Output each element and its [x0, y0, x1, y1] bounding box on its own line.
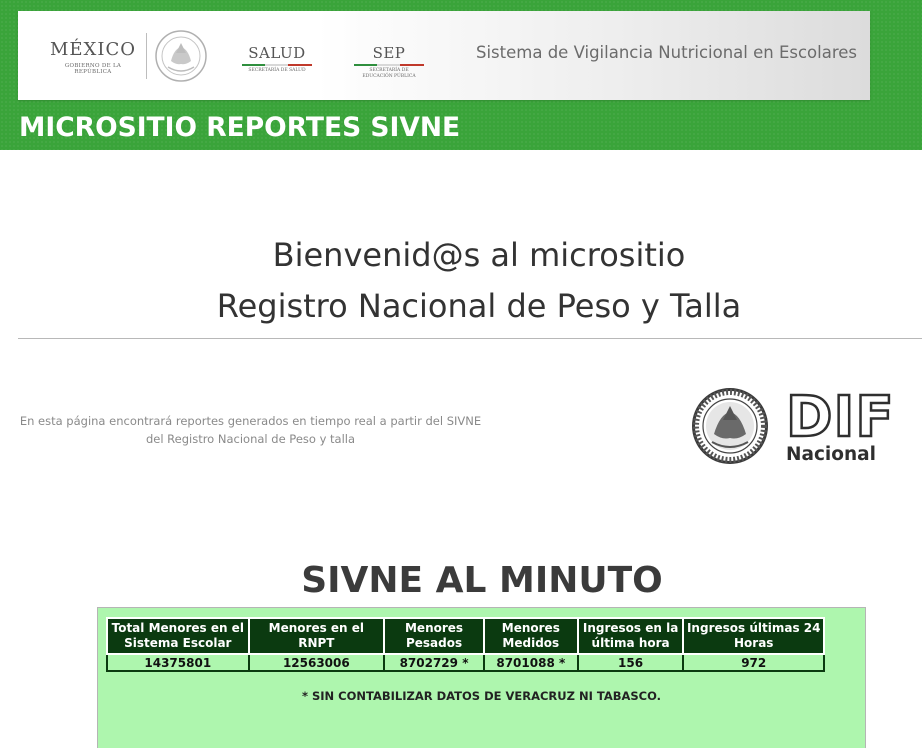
logo-mexico-title: MÉXICO — [49, 39, 137, 60]
logo-salud-title: SALUD — [248, 44, 306, 62]
column-header: Ingresos en la última hora — [576, 617, 685, 655]
table-cell: 12563006 — [247, 653, 386, 672]
logo-sep-title: SEP — [372, 44, 406, 62]
section-divider — [18, 338, 922, 339]
stats-panel: Total Menores en el Sistema Escolar Meno… — [97, 607, 866, 748]
page-description: En esta página encontrará reportes gener… — [19, 414, 482, 446]
stats-table: Total Menores en el Sistema Escolar Meno… — [106, 617, 825, 672]
table-row: 14375801 12563006 8702729 * 8701088 * 15… — [106, 653, 825, 672]
national-seal-icon — [155, 30, 207, 82]
system-title: Sistema de Vigilancia Nutricional en Esc… — [476, 43, 857, 62]
stats-footnote: * SIN CONTABILIZAR DATOS DE VERACRUZ NI … — [301, 689, 662, 703]
government-header: MÉXICO GOBIERNO DE LA REPÚBLICA SALUD SE… — [18, 11, 870, 100]
table-cell: 8702729 * — [383, 653, 485, 672]
column-header: Menores en el RNPT — [247, 617, 386, 655]
column-header: Menores Medidos — [482, 617, 579, 655]
logo-sep[interactable]: SEP SECRETARÍA DE EDUCACIÓN PÚBLICA — [350, 44, 428, 80]
logo-mexico-subtitle: GOBIERNO DE LA REPÚBLICA — [64, 63, 122, 75]
welcome-line-1: Bienvenid@s al micrositio — [272, 236, 686, 274]
logo-salud-stripe — [242, 64, 312, 66]
column-header: Total Menores en el Sistema Escolar — [106, 617, 250, 655]
table-header-row: Total Menores en el Sistema Escolar Meno… — [106, 617, 825, 655]
dif-logo-letters: DIF — [785, 385, 895, 450]
logo-sep-stripe — [354, 64, 424, 66]
welcome-line-2: Registro Nacional de Peso y Talla — [216, 287, 742, 325]
welcome-heading: Bienvenid@s al micrositio Registro Nacio… — [18, 230, 922, 332]
logo-sep-subtitle-2: EDUCACIÓN PÚBLICA — [362, 74, 416, 79]
column-header: Menores Pesados — [383, 617, 485, 655]
logo-divider — [146, 33, 147, 79]
table-cell: 8701088 * — [482, 653, 579, 672]
dif-logo[interactable]: DIF Nacional — [785, 385, 895, 465]
column-header: Ingresos últimas 24 Horas — [682, 617, 825, 655]
stats-title: SIVNE AL MINUTO — [301, 560, 663, 601]
site-title: MICROSITIO REPORTES SIVNE — [19, 112, 461, 143]
dif-seal-icon — [692, 388, 768, 464]
table-cell: 972 — [682, 653, 825, 672]
table-cell: 156 — [576, 653, 685, 672]
logo-salud[interactable]: SALUD SECRETARÍA DE SALUD — [238, 44, 316, 73]
logo-mexico[interactable]: MÉXICO GOBIERNO DE LA REPÚBLICA — [48, 39, 138, 75]
table-cell: 14375801 — [106, 653, 250, 672]
logo-salud-subtitle: SECRETARÍA DE SALUD — [248, 68, 306, 73]
